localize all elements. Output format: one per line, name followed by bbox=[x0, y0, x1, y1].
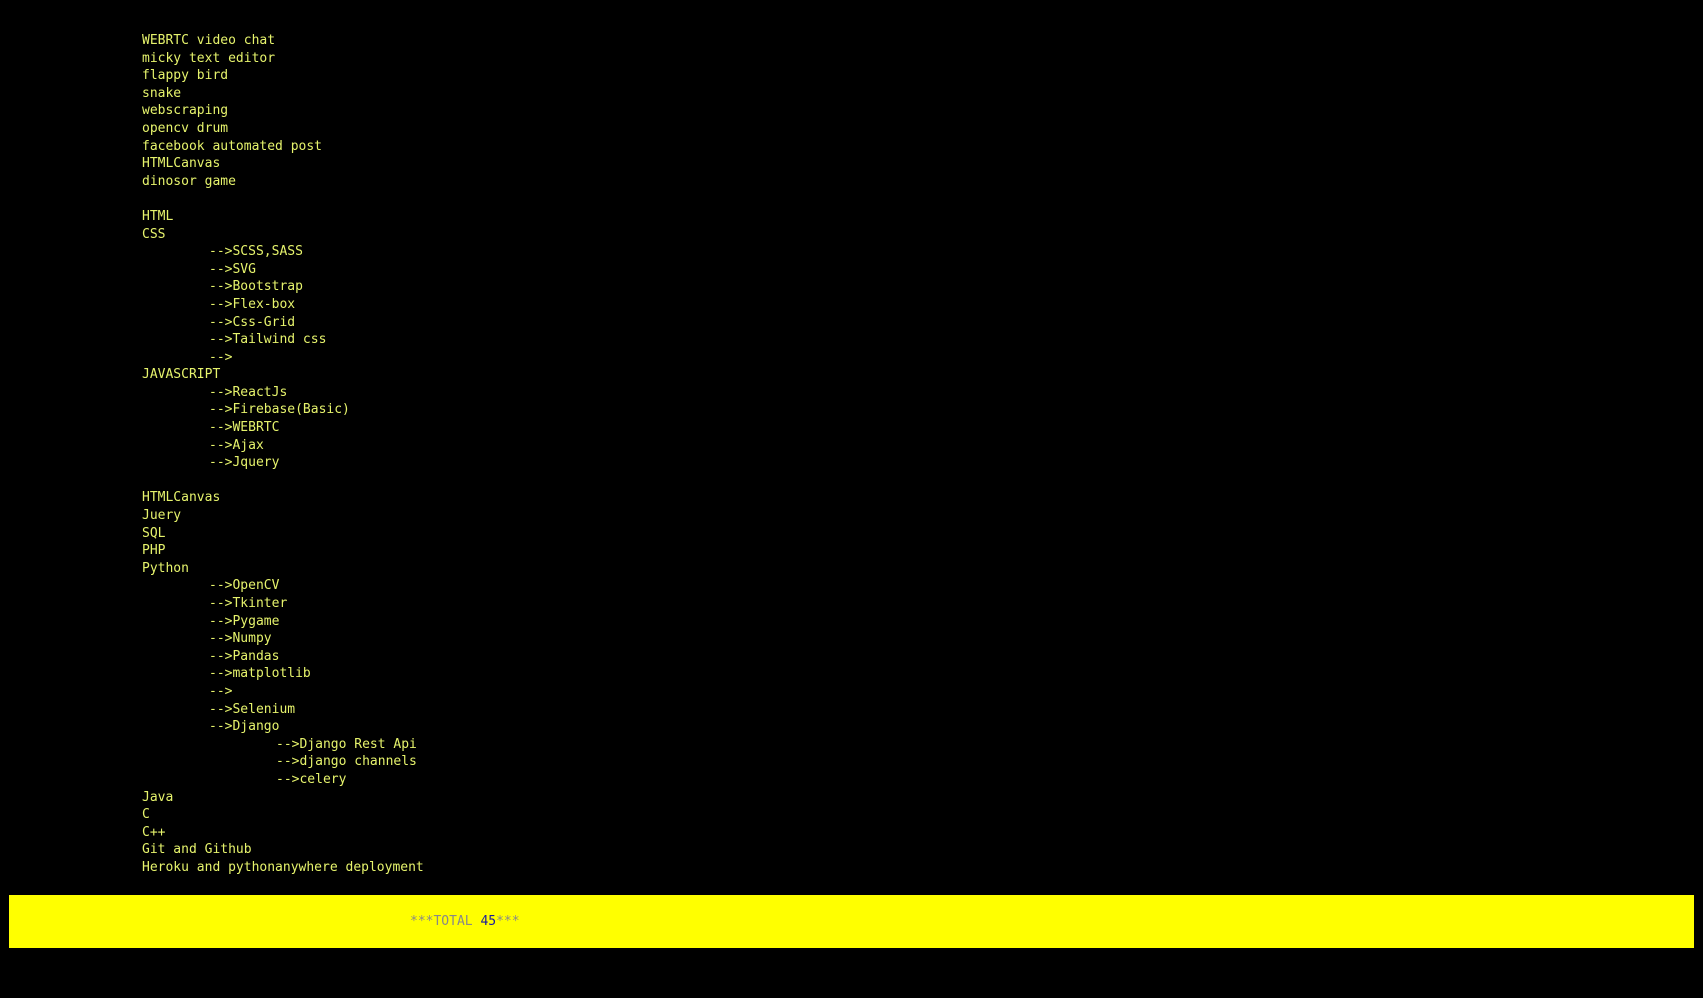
javascript-subskill: -->Jquery bbox=[209, 455, 280, 471]
skill-deployment: Heroku and pythonanywhere deployment bbox=[142, 859, 424, 875]
django-subskill: -->celery bbox=[276, 771, 347, 787]
css-subskill: -->Bootstrap bbox=[209, 279, 303, 295]
css-subskill: -->Tailwind css bbox=[209, 332, 327, 348]
project-item: opencv drum bbox=[142, 120, 229, 136]
project-item: micky text editor bbox=[142, 50, 276, 66]
css-subskill: -->SCSS,SASS bbox=[209, 244, 303, 260]
skill-python: Python bbox=[142, 560, 189, 576]
skill-cpp: C++ bbox=[142, 824, 166, 840]
javascript-subskill: -->ReactJs bbox=[209, 384, 288, 400]
css-subskill: -->Flex-box bbox=[209, 296, 296, 312]
project-item: snake bbox=[142, 85, 182, 101]
skill-php: PHP bbox=[142, 543, 166, 559]
skill-html: HTML bbox=[142, 208, 174, 224]
django-subskill: -->django channels bbox=[276, 754, 417, 770]
python-subskill: -->Pygame bbox=[209, 613, 280, 629]
skill-juery: Juery bbox=[142, 508, 182, 524]
project-item: webscraping bbox=[142, 103, 229, 119]
javascript-subskill: -->Firebase(Basic) bbox=[209, 402, 350, 418]
css-subskill: --> bbox=[209, 349, 233, 365]
total-label: ***TOTAL 45*** bbox=[410, 895, 520, 948]
skill-css: CSS bbox=[142, 226, 166, 242]
project-item: HTMLCanvas bbox=[142, 156, 221, 172]
javascript-subskill: -->WEBRTC bbox=[209, 420, 280, 436]
skill-c: C bbox=[142, 807, 150, 823]
total-suffix: *** bbox=[496, 914, 520, 929]
project-item: flappy bird bbox=[142, 68, 229, 84]
python-subskill: -->Django bbox=[209, 719, 280, 735]
skill-sql: SQL bbox=[142, 525, 166, 541]
skills-listing: WEBRTC video chat micky text editor flap… bbox=[142, 32, 424, 877]
project-item: facebook automated post bbox=[142, 138, 323, 154]
skill-javascript: JAVASCRIPT bbox=[142, 367, 221, 383]
css-subskill: -->SVG bbox=[209, 261, 256, 277]
python-subskill: --> bbox=[209, 683, 233, 699]
django-subskill: -->Django Rest Api bbox=[276, 736, 417, 752]
total-banner: ***TOTAL 45*** bbox=[9, 895, 1694, 948]
javascript-subskill: -->Ajax bbox=[209, 437, 264, 453]
total-count: 45 bbox=[480, 914, 497, 929]
total-prefix: ***TOTAL bbox=[410, 914, 481, 929]
skill-htmlcanvas: HTMLCanvas bbox=[142, 490, 221, 506]
skill-git: Git and Github bbox=[142, 842, 252, 858]
python-subskill: -->Tkinter bbox=[209, 596, 288, 611]
python-subskill: -->OpenCV bbox=[209, 578, 280, 594]
python-subskill: -->matplotlib bbox=[209, 666, 311, 682]
python-subskill: -->Numpy bbox=[209, 631, 272, 647]
python-subskill: -->Selenium bbox=[209, 701, 296, 717]
css-subskill: -->Css-Grid bbox=[209, 314, 296, 330]
python-subskill: -->Pandas bbox=[209, 648, 280, 664]
project-item: dinosor game bbox=[142, 173, 236, 189]
skill-java: Java bbox=[142, 789, 174, 805]
project-item: WEBRTC video chat bbox=[142, 33, 276, 48]
